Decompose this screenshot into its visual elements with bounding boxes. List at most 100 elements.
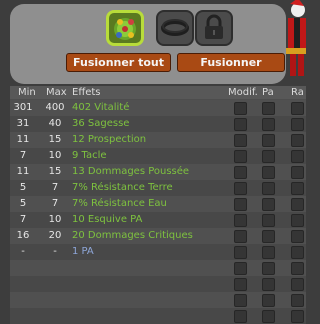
pa-checkbox[interactable] [262,246,275,259]
cell-min: 5 [19,182,27,193]
ra-checkbox[interactable] [291,198,304,211]
cell-effect: 1 PA [72,246,94,257]
modif-checkbox[interactable] [234,118,247,131]
modif-checkbox[interactable] [234,166,247,179]
cell-max: 40 [48,118,62,129]
cell-min: 301 [13,102,33,113]
ra-checkbox[interactable] [291,278,304,291]
pa-checkbox[interactable] [262,294,275,307]
table-row: 7 10 9 Tacle [10,148,306,164]
table-row: 11 15 13 Dommages Poussée [10,164,306,180]
ra-checkbox[interactable] [291,246,304,259]
cell-min: 5 [19,198,27,209]
modif-checkbox[interactable] [234,310,247,323]
ra-checkbox[interactable] [291,182,304,195]
modif-checkbox[interactable] [234,198,247,211]
cell-min: 16 [16,230,30,241]
ra-checkbox[interactable] [291,214,304,227]
ra-checkbox[interactable] [291,294,304,307]
pa-checkbox[interactable] [262,278,275,291]
cell-max: - [53,246,57,257]
table-row [10,292,306,308]
cell-effect: 10 Esquive PA [72,214,143,225]
table-row [10,260,306,276]
modif-checkbox[interactable] [234,150,247,163]
modif-checkbox[interactable] [234,294,247,307]
header-max: Max [46,87,67,98]
table-row: 5 7 7% Résistance Eau [10,196,306,212]
modif-checkbox[interactable] [234,246,247,259]
table-row [10,308,306,324]
ra-checkbox[interactable] [291,310,304,323]
cell-min: - [21,246,25,257]
modif-checkbox[interactable] [234,134,247,147]
pa-checkbox[interactable] [262,198,275,211]
pa-checkbox[interactable] [262,262,275,275]
ra-checkbox[interactable] [291,102,304,115]
cell-max: 7 [51,182,59,193]
lock-icon [205,14,223,39]
cell-min: 11 [16,134,30,145]
header-modif: Modif. [228,87,258,98]
cell-effect: 36 Sagesse [72,118,130,129]
table-row: - - 1 PA [10,244,306,260]
table-row [10,276,306,292]
modif-checkbox[interactable] [234,214,247,227]
header-pa: Pa [262,87,274,98]
cell-min: 31 [16,118,30,129]
table-row: 31 40 36 Sagesse [10,116,306,132]
modif-checkbox[interactable] [234,182,247,195]
table-row: 16 20 20 Dommages Critiques [10,228,306,244]
pa-checkbox[interactable] [262,102,275,115]
fusion-all-button[interactable]: Fusionner tout [66,53,171,72]
header-ra: Ra [291,87,304,98]
ra-checkbox[interactable] [291,118,304,131]
table-row: 7 10 10 Esquive PA [10,212,306,228]
cell-effect: 20 Dommages Critiques [72,230,193,241]
cell-effect: 9 Tacle [72,150,107,161]
lock-slot[interactable] [195,10,233,46]
ring-icon [161,19,189,36]
cell-effect: 12 Prospection [72,134,147,145]
ra-checkbox[interactable] [291,150,304,163]
ra-checkbox[interactable] [291,166,304,179]
table-row: 11 15 12 Prospection [10,132,306,148]
cell-min: 7 [19,214,27,225]
pa-checkbox[interactable] [262,182,275,195]
pa-checkbox[interactable] [262,214,275,227]
modif-checkbox[interactable] [234,278,247,291]
cell-effect: 7% Résistance Terre [72,182,173,193]
modif-checkbox[interactable] [234,262,247,275]
fusion-toolbar: Fusionner tout Fusionner [10,4,286,84]
ra-checkbox[interactable] [291,134,304,147]
pa-checkbox[interactable] [262,118,275,131]
pa-checkbox[interactable] [262,134,275,147]
cell-effect: 13 Dommages Poussée [72,166,190,177]
character-avatar [286,0,306,76]
modif-checkbox[interactable] [234,102,247,115]
pa-checkbox[interactable] [262,150,275,163]
pa-checkbox[interactable] [262,166,275,179]
cell-max: 400 [45,102,65,113]
effects-table: Min Max Effets Modif. Pa Ra 301 400 402 Vi… [10,86,306,324]
cell-max: 10 [48,214,62,225]
ra-checkbox[interactable] [291,262,304,275]
header-min: Min [18,87,36,98]
creature-icon [114,18,136,40]
table-row: 301 400 402 Vitalité [10,100,306,116]
ring-slot[interactable] [156,10,194,46]
modif-checkbox[interactable] [234,230,247,243]
pa-checkbox[interactable] [262,230,275,243]
cell-max: 15 [48,134,62,145]
creature-slot[interactable] [106,10,144,46]
ra-checkbox[interactable] [291,230,304,243]
cell-max: 10 [48,150,62,161]
table-row: 5 7 7% Résistance Terre [10,180,306,196]
cell-effect: 7% Résistance Eau [72,198,167,209]
pa-checkbox[interactable] [262,310,275,323]
fusion-button[interactable]: Fusionner [177,53,285,72]
cell-min: 7 [19,150,27,161]
cell-max: 15 [48,166,62,177]
cell-max: 7 [51,198,59,209]
header-effects: Effets [72,87,101,98]
